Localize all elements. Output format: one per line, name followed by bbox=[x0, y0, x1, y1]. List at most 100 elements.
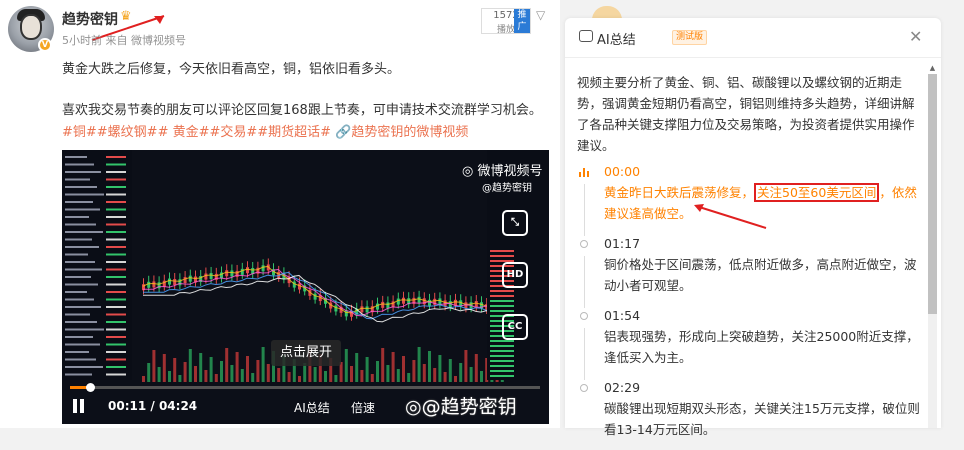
volume-bar bbox=[199, 353, 203, 382]
volume-bar bbox=[474, 354, 478, 382]
volume-bar bbox=[454, 376, 457, 382]
candle-body bbox=[209, 272, 213, 279]
candle-body bbox=[417, 296, 421, 303]
timeline-text-before: 黄金昨日大跌后震荡修复， bbox=[604, 185, 755, 200]
quote-name-mark bbox=[65, 223, 96, 226]
current-time: 00:11 bbox=[108, 399, 147, 413]
post-time[interactable]: 5小时前 bbox=[62, 34, 102, 47]
timeline-item[interactable]: 01:54 铝表现强势，形成向上突破趋势，关注25000附近支撑，逢低买入为主。 bbox=[577, 306, 922, 380]
quote-value-mark bbox=[106, 201, 126, 203]
quote-name-mark bbox=[65, 291, 87, 293]
quote-value-mark bbox=[106, 373, 126, 376]
order-book-mark bbox=[490, 370, 514, 372]
hashtags[interactable]: #铜##螺纹钢## 黄金##交易##期货超话# 🔗趋势密钥的微博视频 bbox=[62, 125, 468, 140]
quote-name-mark bbox=[65, 261, 95, 263]
video-time: 00:11 / 04:24 bbox=[108, 399, 198, 413]
volume-bar bbox=[334, 375, 338, 382]
cc-icon[interactable]: CC bbox=[502, 314, 528, 340]
volume-bar bbox=[459, 363, 463, 382]
timeline-dot-icon bbox=[580, 312, 588, 320]
timeline-time[interactable]: 02:29 bbox=[604, 378, 922, 398]
quote-name-mark bbox=[65, 186, 97, 188]
quote-value-mark bbox=[106, 193, 126, 196]
volume-bar bbox=[386, 365, 390, 382]
candle-body bbox=[183, 277, 187, 284]
timeline-text: 碳酸锂出现短期双头形态，关键关注15万元支撑，破位则看13-14万元区间。 bbox=[604, 401, 920, 437]
quote-value-mark bbox=[106, 156, 126, 158]
beta-badge: 测试版 bbox=[672, 30, 708, 45]
volume-bar bbox=[240, 369, 244, 382]
volume-bar bbox=[438, 355, 442, 382]
pip-icon[interactable]: ⤡ bbox=[502, 210, 528, 236]
timeline-time[interactable]: 01:54 bbox=[604, 306, 922, 326]
volume-bar bbox=[256, 360, 260, 382]
close-icon[interactable]: ✕ bbox=[909, 27, 922, 46]
timeline-dot-icon bbox=[580, 384, 588, 392]
moving-average-line bbox=[142, 265, 502, 314]
volume-bar bbox=[360, 370, 364, 382]
page-watermark: ◎@趋势密钥 bbox=[405, 392, 517, 419]
verified-badge-icon: V bbox=[38, 38, 52, 52]
speed-button[interactable]: 倍速 bbox=[351, 399, 375, 416]
volume-bar bbox=[422, 364, 426, 382]
volume-bar bbox=[464, 350, 468, 382]
timeline-time[interactable]: 01:17 bbox=[604, 234, 922, 254]
ai-summary-button[interactable]: AI总结 bbox=[294, 399, 330, 416]
quote-name-mark bbox=[65, 216, 89, 218]
quote-value-mark bbox=[106, 223, 126, 226]
quote-name-mark bbox=[65, 156, 87, 158]
volume-bar bbox=[220, 361, 223, 382]
scroll-up-arrow-icon[interactable]: ▲ bbox=[928, 64, 937, 73]
annotation-arrow bbox=[694, 204, 767, 229]
timeline-item[interactable]: 02:29 碳酸锂出现短期双头形态，关键关注15万元支撑，破位则看13-14万元… bbox=[577, 378, 922, 440]
quote-value-mark bbox=[106, 336, 126, 338]
volume-bar bbox=[194, 366, 197, 382]
scrollbar-thumb[interactable] bbox=[928, 74, 937, 314]
post-source[interactable]: 微博视频号 bbox=[131, 34, 186, 47]
volume-bar bbox=[443, 372, 447, 382]
timeline-time[interactable]: 00:00 bbox=[604, 162, 922, 182]
volume-bar bbox=[417, 347, 421, 382]
candle-body bbox=[360, 306, 364, 313]
video-progress-bar[interactable] bbox=[70, 383, 540, 392]
quote-name-mark bbox=[65, 358, 96, 361]
candle-body bbox=[188, 275, 192, 282]
ai-panel-title: AI总结 bbox=[597, 33, 636, 48]
tv-icon bbox=[579, 30, 593, 42]
timeline-line bbox=[584, 328, 585, 380]
promo-tag[interactable]: 推广 bbox=[514, 9, 530, 33]
candle-body bbox=[428, 299, 431, 306]
view-label: 播放 bbox=[496, 25, 515, 35]
pause-icon[interactable] bbox=[72, 399, 86, 413]
expand-button[interactable]: 点击展开 bbox=[271, 340, 341, 366]
volume-bar bbox=[266, 364, 270, 382]
quote-value-mark bbox=[106, 208, 126, 211]
volume-bar bbox=[147, 363, 151, 382]
volume-bar bbox=[391, 352, 395, 382]
candle-body bbox=[147, 281, 151, 288]
quote-name-mark bbox=[65, 171, 101, 173]
more-chevron-down-icon[interactable]: ▽ bbox=[536, 8, 545, 22]
volume-bar bbox=[365, 357, 369, 382]
timeline-line bbox=[584, 256, 585, 308]
volume-bar bbox=[428, 351, 431, 382]
timeline-text: 铜价格处于区间震荡，低点附近做多，高点附近做空，波动小者可观望。 bbox=[604, 257, 917, 293]
video-watermark-sub: @趋势密钥 bbox=[482, 183, 532, 194]
candle-body bbox=[152, 281, 156, 288]
timeline-item[interactable]: 01:17 铜价格处于区间震荡，低点附近做多，高点附近做空，波动小者可观望。 bbox=[577, 234, 922, 308]
volume-bar bbox=[261, 347, 265, 382]
video-side-icons: ⤡ HD CC bbox=[502, 210, 532, 366]
volume-bar bbox=[480, 371, 483, 382]
candle-body bbox=[173, 278, 177, 285]
progress-knob[interactable] bbox=[85, 383, 95, 392]
hd-icon[interactable]: HD bbox=[502, 262, 528, 288]
volume-bar bbox=[183, 362, 187, 382]
video-player[interactable]: ◎ 微博视频号 @趋势密钥 ⤡ HD CC 点击展开 00:11 / 04:24… bbox=[62, 150, 549, 424]
volume-bar bbox=[402, 356, 405, 382]
source-prefix: 来自 bbox=[105, 34, 128, 47]
volume-bar bbox=[324, 371, 327, 382]
candle-body bbox=[402, 297, 405, 304]
view-count-box: 1572 播放 推广 bbox=[481, 8, 531, 35]
volume-bar bbox=[376, 361, 379, 382]
quote-value-mark bbox=[106, 261, 126, 263]
